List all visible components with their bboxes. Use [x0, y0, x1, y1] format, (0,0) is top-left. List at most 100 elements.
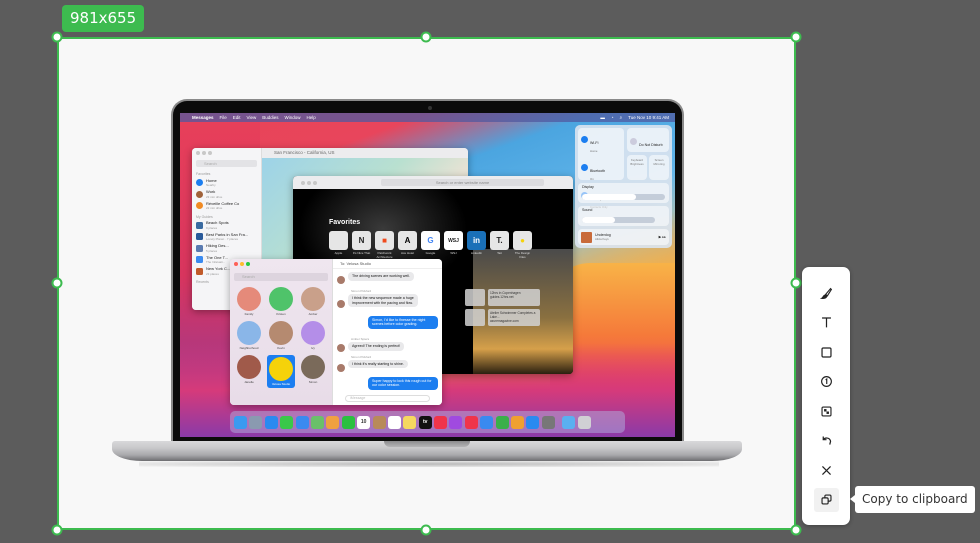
avatar — [337, 344, 345, 352]
battery-icon: ▬ — [600, 115, 605, 120]
laptop-notch — [384, 441, 470, 447]
reading-list-card: Atelier Schwimmer Completes a Lake... azu… — [488, 309, 540, 326]
menubar-item: Buddies — [262, 115, 279, 120]
favorites-title: Favorites — [329, 219, 361, 226]
reading-list-card — [465, 309, 485, 326]
calendar-icon: 10 — [357, 415, 371, 429]
mail-icon — [295, 415, 309, 429]
resize-handle-top-right[interactable] — [790, 31, 802, 43]
safari-favorite: T. Tait — [490, 231, 509, 259]
pinned-conversation: Neighborhood — [235, 321, 263, 350]
undo-button[interactable] — [814, 429, 839, 454]
avatar — [301, 355, 325, 379]
sound-tile: Sound — [578, 206, 669, 226]
selection-area[interactable]: Messages File Edit View Buddies Window H… — [57, 37, 796, 530]
menubar-item: Window — [284, 115, 301, 120]
sound-slider — [582, 217, 655, 223]
notes-icon — [403, 415, 417, 429]
pinned-conversation: Simon — [299, 355, 327, 388]
mosaic-tool-button[interactable] — [814, 399, 839, 424]
maps-icon — [310, 415, 324, 429]
avatar — [269, 287, 293, 311]
window-controls — [230, 259, 332, 269]
recipient-name: Velosa Studio — [346, 261, 371, 266]
window-controls — [192, 148, 261, 158]
safari-icon — [264, 415, 278, 429]
brush-tool-button[interactable] — [814, 281, 839, 306]
pinned-conversation: Family — [235, 287, 263, 316]
wifi-icon — [581, 136, 588, 144]
wifi-icon: ◔ — [610, 115, 614, 120]
place-icon — [196, 179, 203, 187]
copy-to-clipboard-button[interactable] — [813, 487, 839, 512]
display-tile: Display — [578, 183, 669, 203]
menubar-item: View — [246, 115, 257, 120]
pinned-conversation: Ivy — [299, 321, 327, 350]
number-marker-tool-button[interactable] — [814, 370, 839, 395]
avatar — [269, 357, 293, 381]
apple-tv-icon: tv — [418, 415, 432, 429]
facetime-icon — [341, 415, 355, 429]
podcasts-icon — [449, 415, 463, 429]
resize-handle-bottom[interactable] — [420, 524, 432, 536]
resize-handle-bottom-right[interactable] — [790, 524, 802, 536]
message-bubble: Super happy to lock this rough cut for o… — [368, 376, 438, 390]
music-icon — [434, 415, 448, 429]
spotlight-icon: ⌕ — [619, 115, 623, 120]
avatar — [337, 300, 345, 308]
keynote-icon — [480, 415, 494, 429]
menubar-app-name: Messages — [192, 115, 214, 120]
reading-list-card — [465, 289, 485, 306]
favorite-icon: ■ — [375, 231, 394, 250]
resize-handle-top[interactable] — [420, 31, 432, 43]
messages-window: Search Family Kristen Amber Neighborhood Kev… — [230, 259, 442, 405]
avatar — [269, 321, 293, 345]
safari-favorite: Apple — [329, 231, 348, 259]
safari-favorite: ● The Design Files — [513, 231, 532, 259]
rectangle-icon — [820, 347, 832, 358]
text-tool-button[interactable] — [814, 311, 839, 336]
rectangle-tool-button[interactable] — [814, 340, 839, 365]
resize-handle-right[interactable] — [790, 277, 802, 289]
sender-name: Simon Pickford — [351, 354, 372, 359]
pinned-conversation: Kristen — [267, 287, 295, 316]
window-controls — [297, 178, 321, 188]
pinned-conversation: Kevin — [267, 321, 295, 350]
safari-favorite: in LinkedIn — [467, 231, 486, 259]
annotation-toolbar — [802, 267, 850, 525]
conversation-header: To: Velosa Studio — [333, 259, 442, 269]
bluetooth-icon — [581, 164, 588, 172]
guide-thumbnail — [196, 256, 203, 264]
favorite-icon: T. — [490, 231, 509, 250]
maps-favorite-item: Réveille Coffee Co 22 min drive — [192, 200, 261, 212]
maps-guide-item: Hiking Des... 5 places — [192, 243, 261, 255]
guide-thumbnail — [196, 233, 203, 241]
system-preferences-icon — [541, 415, 555, 429]
message-bubble: I think it's really starting to shine. — [348, 359, 408, 368]
contacts-icon — [372, 415, 386, 429]
resize-handle-left[interactable] — [51, 277, 63, 289]
avatar — [237, 287, 261, 311]
resize-handle-bottom-left[interactable] — [51, 524, 63, 536]
downloads-folder-icon — [562, 415, 576, 429]
sender-name: Simon Pickford — [351, 289, 372, 293]
avatar — [301, 287, 325, 311]
maps-section-header: Favorites — [196, 172, 211, 176]
guide-thumbnail — [196, 267, 203, 275]
maps-favorite-item: Work 23 min drive — [192, 189, 261, 201]
safari-favorite: N It's Nice That — [352, 231, 371, 259]
cancel-button[interactable] — [814, 458, 839, 483]
favorite-icon: in — [467, 231, 486, 250]
finder-icon — [234, 415, 247, 429]
mosaic-icon — [820, 406, 832, 417]
resize-handle-top-left[interactable] — [51, 31, 63, 43]
album-art — [581, 231, 592, 243]
message-bubble: Simon, I'd like to finesse the night sce… — [368, 315, 438, 329]
favorite-icon — [329, 231, 348, 250]
avatar — [337, 363, 345, 372]
mac-menubar: Messages File Edit View Buddies Window H… — [180, 113, 675, 122]
launchpad-icon — [249, 415, 263, 429]
reminders-icon — [387, 415, 401, 429]
keyboard-brightness-tile: Keyboard Brightness — [627, 155, 647, 180]
menubar-clock: Tue Nov 10 9:41 AM — [628, 115, 669, 120]
